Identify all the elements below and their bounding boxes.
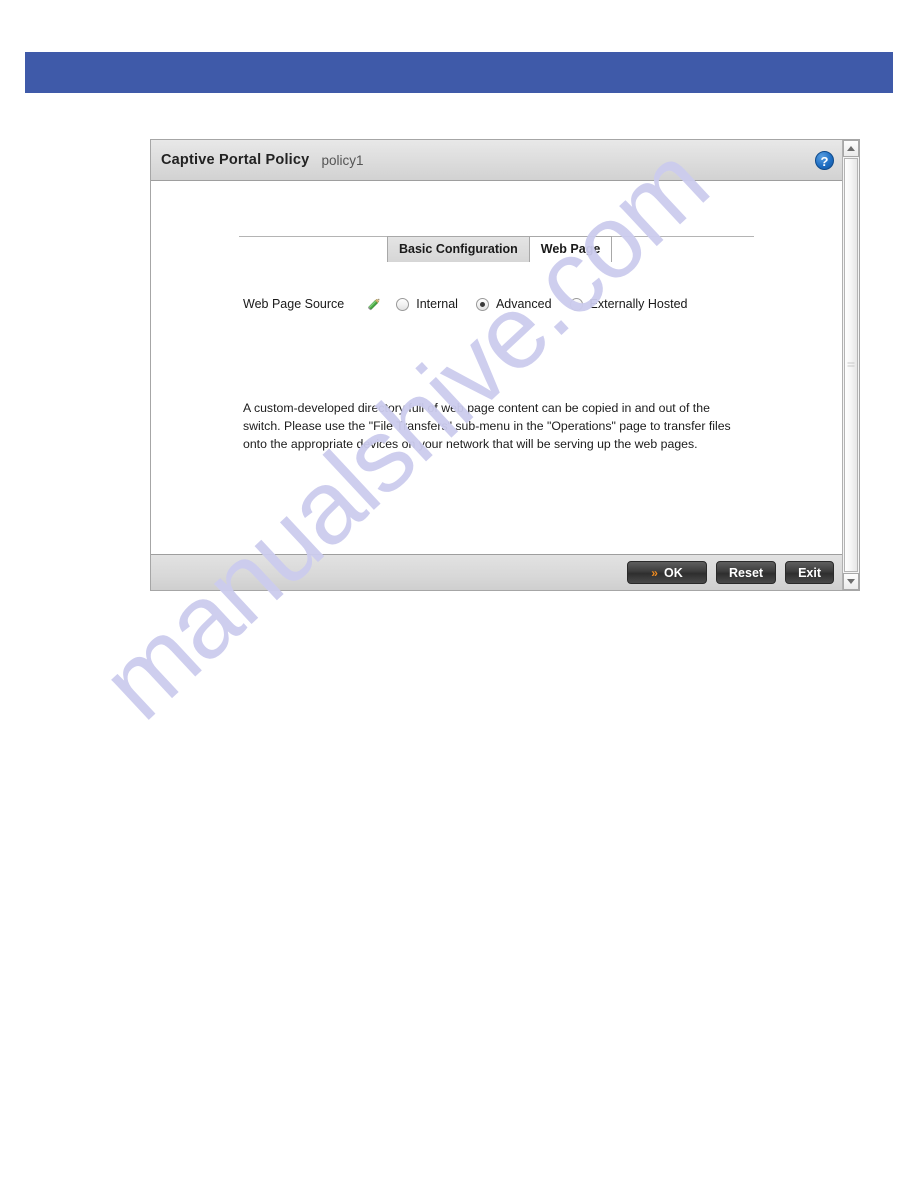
scroll-down-button[interactable] [843, 573, 859, 590]
tab-basic-configuration[interactable]: Basic Configuration [387, 236, 529, 262]
web-page-source-label: Web Page Source [243, 297, 345, 311]
radio-internal-label: Internal [416, 297, 458, 311]
scroll-down-icon [847, 579, 855, 584]
dialog-titlebar: Captive Portal Policy policy1 ? [151, 140, 842, 181]
ok-button-label: OK [663, 565, 683, 580]
radio-internal[interactable]: Internal [396, 297, 458, 311]
policy-name-label: policy1 [321, 152, 364, 168]
description-text: A custom-developed directory full of web… [243, 401, 731, 452]
tab-rule-right [606, 236, 754, 237]
scroll-up-button[interactable] [843, 140, 859, 157]
scrollbar-grip-icon [847, 362, 855, 368]
radio-advanced-dot[interactable] [475, 297, 489, 311]
scrollbar-thumb[interactable] [844, 158, 858, 572]
ok-chevron-icon: » [651, 565, 658, 580]
dialog-footer: » OK Reset Exit [151, 554, 842, 590]
tab-rule-left [239, 236, 387, 237]
radio-externally-hosted-dot[interactable] [569, 297, 583, 311]
reset-button[interactable]: Reset [716, 561, 777, 584]
radio-internal-dot[interactable] [396, 297, 410, 311]
scroll-up-icon [847, 146, 855, 151]
reset-button-label: Reset [729, 565, 764, 580]
page-title: Captive Portal Policy [161, 152, 310, 168]
tab-web-page[interactable]: Web Page [528, 236, 613, 262]
radio-advanced-label: Advanced [495, 297, 552, 311]
web-page-source-row: Web Page Source Internal Advanced Extern… [243, 294, 688, 314]
vertical-scrollbar[interactable] [842, 140, 859, 590]
radio-advanced[interactable]: Advanced [475, 297, 552, 311]
radio-externally-hosted-label: Externally Hosted [589, 297, 688, 311]
tab-strip: Basic Configuration Web Page [239, 236, 754, 262]
help-button[interactable]: ? [815, 150, 834, 170]
tab-list: Basic Configuration Web Page [387, 236, 613, 262]
captive-portal-policy-dialog: Captive Portal Policy policy1 ? Basic Co… [150, 139, 860, 591]
top-banner [25, 52, 893, 93]
exit-button[interactable]: Exit [785, 561, 834, 584]
scrollbar-track[interactable] [843, 157, 859, 573]
help-icon[interactable]: ? [815, 150, 834, 170]
dialog-content: Basic Configuration Web Page Web Page So… [151, 181, 842, 554]
radio-externally-hosted[interactable]: Externally Hosted [569, 297, 688, 311]
ok-button[interactable]: » OK [627, 561, 708, 584]
dialog-body: Captive Portal Policy policy1 ? Basic Co… [151, 140, 842, 590]
exit-button-label: Exit [798, 565, 821, 580]
web-page-source-radio-group: Internal Advanced Externally Hosted [396, 297, 688, 311]
pencil-icon[interactable] [366, 296, 382, 312]
